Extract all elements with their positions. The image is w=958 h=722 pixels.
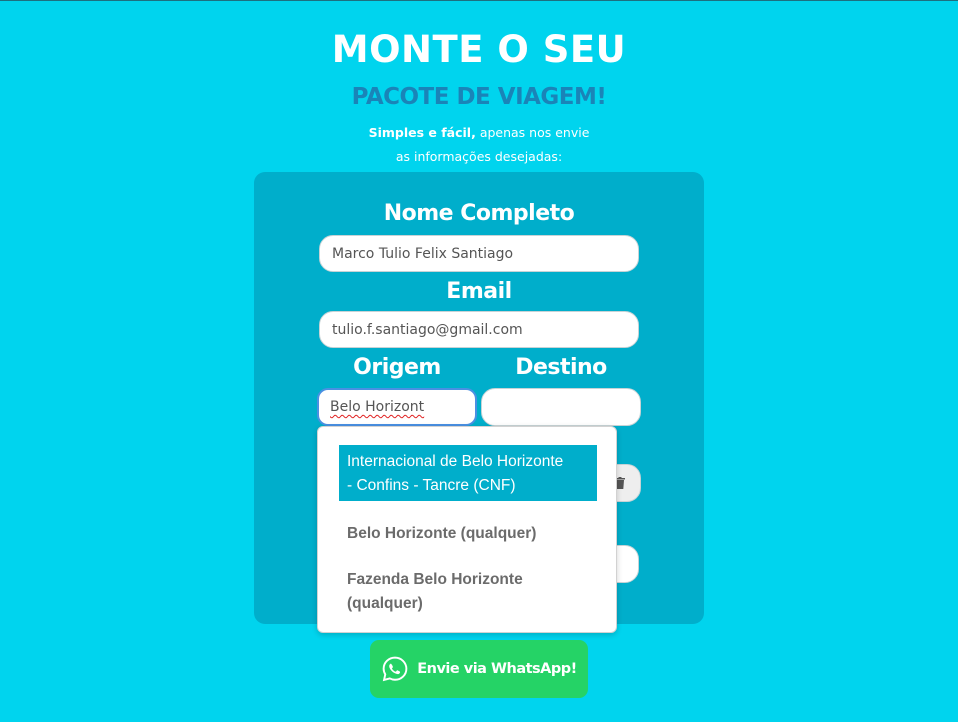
email-label: Email	[446, 279, 512, 304]
whatsapp-button[interactable]: Envie via WhatsApp!	[370, 640, 588, 698]
origin-field-text: Belo Horizont	[330, 399, 425, 415]
tagline-bold: Simples e fácil,	[368, 125, 476, 140]
option-label-line1: Internacional de Belo Horizonte	[347, 453, 564, 470]
tagline: Simples e fácil, apenas nos envie as inf…	[0, 121, 958, 169]
tagline-line2: as informações desejadas:	[395, 149, 563, 164]
option-label-line1: Belo Horizonte (qualquer)	[347, 525, 537, 542]
destination-label: Destino	[515, 355, 607, 380]
option-label-line1: Fazenda Belo Horizonte	[347, 571, 523, 588]
top-border	[0, 0, 958, 1]
option-label-line2: (qualquer)	[347, 595, 423, 612]
destination-field[interactable]	[481, 388, 641, 426]
page-subtitle: PACOTE DE VIAGEM!	[351, 84, 607, 110]
page-title: MONTE O SEU	[331, 28, 627, 71]
whatsapp-button-label: Envie via WhatsApp!	[417, 661, 577, 677]
autocomplete-option[interactable]: Fazenda Belo Horizonte (qualquer)	[339, 563, 597, 621]
name-label: Nome Completo	[383, 201, 575, 226]
origin-field[interactable]: Belo Horizont	[317, 388, 477, 426]
autocomplete-option[interactable]: Belo Horizonte (qualquer)	[339, 517, 597, 551]
autocomplete-option[interactable]: Internacional de Belo Horizonte - Confin…	[339, 445, 597, 501]
name-field[interactable]: Marco Tulio Felix Santiago	[319, 235, 639, 272]
email-field[interactable]: tulio.f.santiago@gmail.com	[319, 311, 639, 348]
origin-label: Origem	[353, 355, 441, 380]
tagline-rest: apenas nos envie	[475, 125, 590, 140]
option-label-line2: - Confins - Tancre (CNF)	[347, 477, 516, 494]
whatsapp-icon	[382, 656, 408, 682]
autocomplete-dropdown: Internacional de Belo Horizonte - Confin…	[317, 426, 617, 633]
